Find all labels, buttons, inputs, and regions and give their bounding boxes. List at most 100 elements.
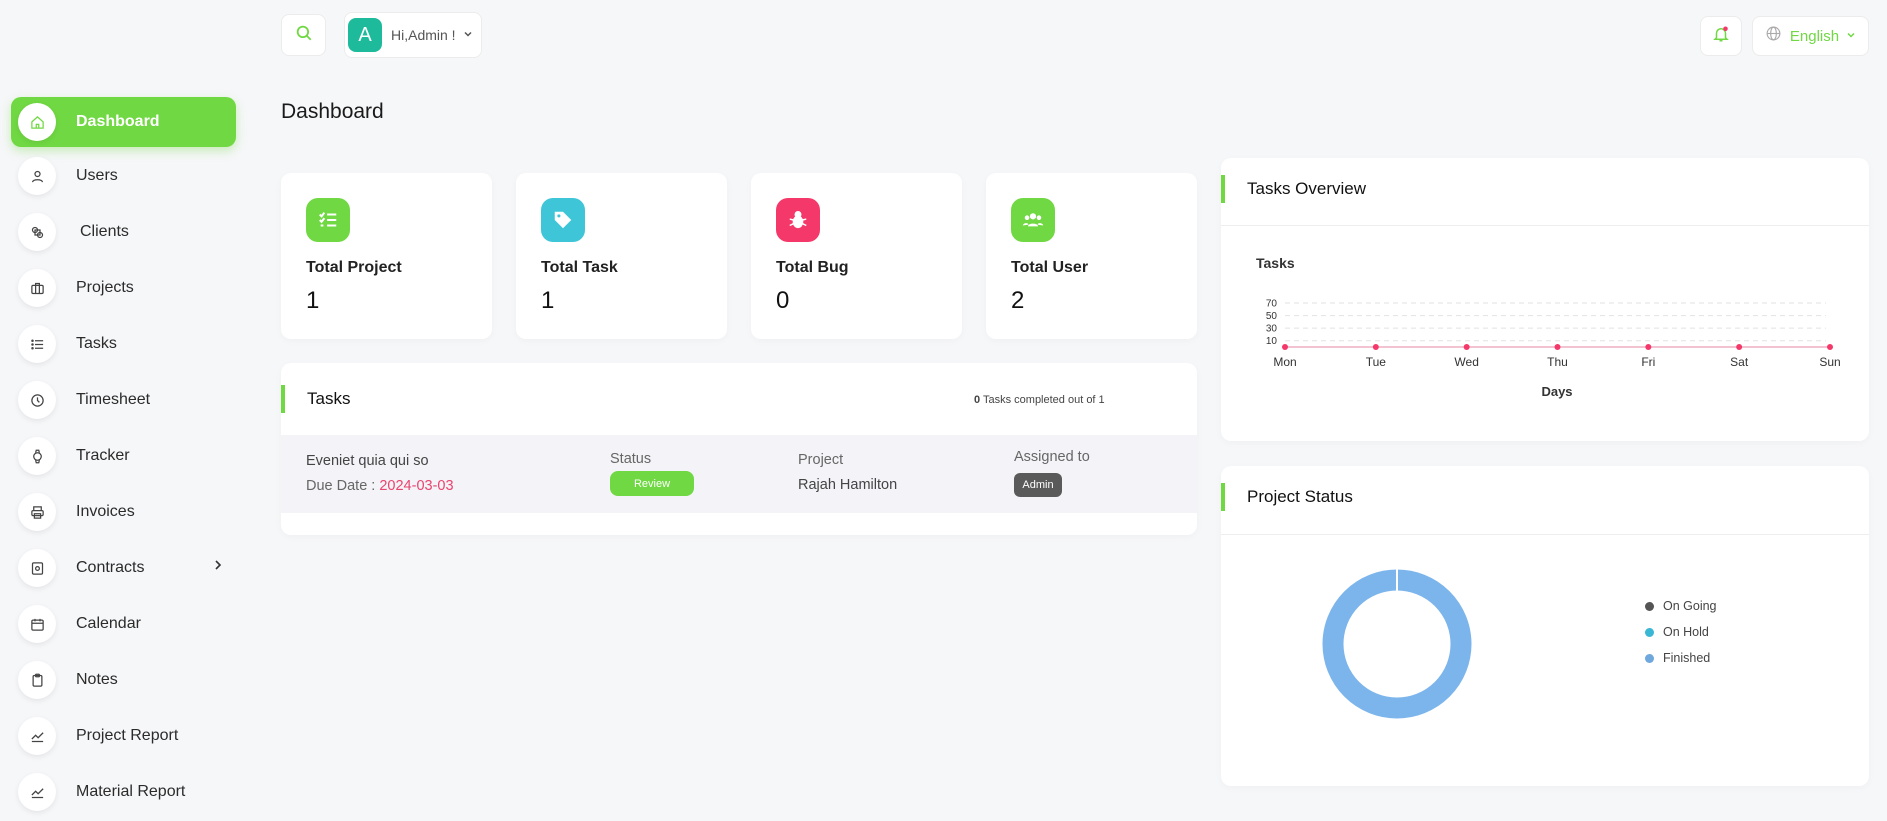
stat-label: Total User bbox=[1011, 259, 1089, 276]
legend-dot bbox=[1645, 653, 1654, 663]
task-name: Eveniet quia qui so bbox=[306, 453, 429, 469]
data-point[interactable] bbox=[1463, 344, 1470, 350]
stat-label: Total Task bbox=[541, 259, 618, 276]
sidebar-item-project-report[interactable]: Project Report bbox=[11, 711, 236, 761]
user-icon bbox=[18, 157, 56, 195]
data-point[interactable] bbox=[1645, 344, 1652, 350]
language-label: English bbox=[1789, 27, 1840, 45]
sidebar-item-clients[interactable]: Clients bbox=[11, 207, 236, 257]
printer-icon bbox=[18, 493, 56, 531]
sidebar-item-calendar[interactable]: Calendar bbox=[11, 599, 236, 649]
status-badge: Review bbox=[610, 471, 694, 496]
stat-value: 2 bbox=[1011, 287, 1025, 314]
y-tick-label: 10 bbox=[1266, 336, 1278, 347]
stat-value: 0 bbox=[776, 287, 790, 314]
chevron-down-icon bbox=[1846, 27, 1856, 45]
stat-card-total-user: Total User 2 bbox=[986, 173, 1197, 339]
due-date: 2024-03-03 bbox=[379, 478, 454, 494]
bell-icon bbox=[1712, 25, 1730, 48]
chevron-down-icon bbox=[463, 26, 473, 44]
clipboard-icon bbox=[18, 661, 56, 699]
tasks-overview-card: Tasks Overview Tasks Days 70 50 30 10 Mon Tue… bbox=[1221, 158, 1869, 441]
clients-icon bbox=[18, 213, 56, 251]
home-icon bbox=[18, 103, 56, 141]
tasks-line-chart: Tasks Days 7050 3010 Mon Tue Wed Thu Fri Sat Sun bbox=[1256, 255, 1841, 399]
sidebar-item-material-report[interactable]: Material Report bbox=[11, 767, 236, 817]
tasks-completed-text: Tasks completed out of 1 bbox=[982, 394, 1105, 406]
y-tick-label: 50 bbox=[1266, 311, 1278, 322]
y-tick-label: 30 bbox=[1266, 324, 1278, 335]
notification-button[interactable] bbox=[1700, 16, 1742, 56]
legend-label: Finished bbox=[1663, 651, 1711, 665]
donut-slice-finished bbox=[1322, 569, 1472, 719]
sidebar-item-label: Tracker bbox=[76, 447, 130, 464]
checklist-icon bbox=[306, 198, 350, 242]
stat-value: 1 bbox=[541, 287, 555, 314]
data-point[interactable] bbox=[1736, 344, 1743, 350]
sidebar-item-label: Dashboard bbox=[76, 113, 160, 130]
sidebar-item-label: Calendar bbox=[76, 615, 141, 632]
bug-icon bbox=[776, 198, 820, 242]
sidebar-item-invoices[interactable]: Invoices bbox=[11, 487, 236, 537]
chevron-right-icon[interactable] bbox=[212, 558, 224, 576]
tasks-title: Tasks bbox=[281, 385, 350, 413]
data-point[interactable] bbox=[1372, 344, 1379, 350]
user-menu[interactable]: A Hi,Admin ! bbox=[344, 12, 482, 58]
language-selector[interactable]: English bbox=[1752, 16, 1869, 56]
sidebar-item-contracts[interactable]: Contracts bbox=[11, 543, 236, 593]
sidebar-item-tracker[interactable]: Tracker bbox=[11, 431, 236, 481]
stat-label: Total Bug bbox=[776, 259, 849, 276]
sidebar-item-tasks[interactable]: Tasks bbox=[11, 319, 236, 369]
legend-label: On Going bbox=[1663, 599, 1717, 613]
clock-icon bbox=[18, 381, 56, 419]
legend-item-finished[interactable]: Finished bbox=[1645, 651, 1710, 665]
x-tick-label: Sun bbox=[1819, 355, 1840, 369]
sidebar-item-dashboard[interactable]: Dashboard bbox=[11, 97, 236, 147]
sidebar-item-timesheet[interactable]: Timesheet bbox=[11, 375, 236, 425]
sidebar-item-label: Projects bbox=[76, 279, 134, 296]
search-button[interactable] bbox=[281, 14, 326, 56]
task-due: Due Date : 2024-03-03 bbox=[306, 478, 454, 494]
sidebar-item-label: Material Report bbox=[76, 783, 186, 800]
tag-icon bbox=[541, 198, 585, 242]
due-label: Due Date : bbox=[306, 478, 376, 494]
table-row[interactable]: Eveniet quia qui so Due Date : 2024-03-0… bbox=[281, 435, 1197, 513]
status-label: Status bbox=[610, 451, 652, 467]
x-tick-label: Mon bbox=[1273, 355, 1296, 369]
data-point[interactable] bbox=[1554, 344, 1561, 350]
divider bbox=[1221, 534, 1869, 535]
project-status-title: Project Status bbox=[1221, 483, 1353, 511]
stat-label: Total Project bbox=[306, 259, 402, 276]
stat-card-total-bug: Total Bug 0 bbox=[751, 173, 962, 339]
sidebar-item-users[interactable]: Users bbox=[11, 151, 236, 201]
x-tick-label: Fri bbox=[1641, 355, 1655, 369]
sidebar-item-label: Notes bbox=[76, 671, 118, 688]
stat-value: 1 bbox=[306, 287, 320, 314]
legend-item-on-hold[interactable]: On Hold bbox=[1645, 625, 1709, 639]
sidebar-item-notes[interactable]: Notes bbox=[11, 655, 236, 705]
legend-dot bbox=[1645, 627, 1654, 637]
chart-title: Tasks bbox=[1256, 255, 1295, 271]
sidebar-item-projects[interactable]: Projects bbox=[11, 263, 236, 313]
project-status-donut bbox=[1322, 569, 1472, 719]
sidebar-item-label: Tasks bbox=[76, 335, 117, 352]
sidebar: Dashboard Users Clients Projects Tasks Timesh… bbox=[0, 0, 250, 821]
data-point[interactable] bbox=[1827, 344, 1833, 350]
watch-icon bbox=[18, 437, 56, 475]
sidebar-item-label: Project Report bbox=[76, 727, 179, 744]
user-greeting: Hi,Admin ! bbox=[391, 27, 456, 43]
data-point[interactable] bbox=[1282, 344, 1288, 350]
legend-item-on-going[interactable]: On Going bbox=[1645, 599, 1717, 613]
globe-icon bbox=[1765, 25, 1782, 47]
assignee-badge: Admin bbox=[1014, 473, 1062, 497]
tasks-card: Tasks 0 Tasks completed out of 1 Eveniet… bbox=[281, 363, 1197, 535]
tasks-completed-count: 0 bbox=[974, 394, 981, 406]
users-icon bbox=[1011, 198, 1055, 242]
sidebar-item-label: Invoices bbox=[76, 503, 135, 520]
x-tick-label: Wed bbox=[1454, 355, 1478, 369]
list-icon bbox=[18, 325, 56, 363]
stat-card-total-task: Total Task 1 bbox=[516, 173, 727, 339]
project-label: Project bbox=[798, 452, 844, 468]
page-title: Dashboard bbox=[281, 100, 384, 123]
sidebar-item-label: Contracts bbox=[76, 559, 145, 576]
